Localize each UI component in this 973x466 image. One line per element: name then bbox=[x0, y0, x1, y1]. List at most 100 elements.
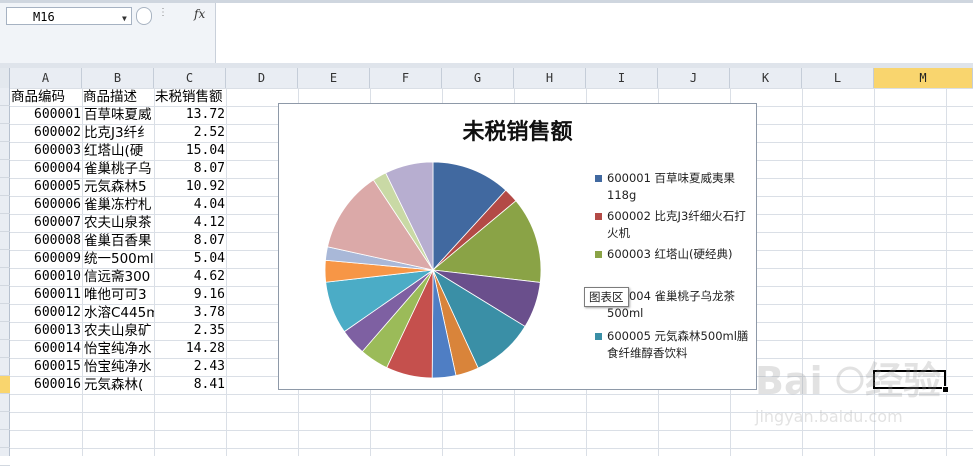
description-cell[interactable]: 唯他可可3 bbox=[84, 286, 154, 304]
code-cell[interactable]: 600001 bbox=[11, 106, 81, 124]
description-cell[interactable]: 农夫山泉茶 bbox=[84, 214, 154, 232]
amount-cell[interactable]: 8.07 bbox=[155, 160, 225, 178]
column-header-h[interactable]: H bbox=[514, 68, 586, 88]
name-box[interactable]: M16 bbox=[6, 7, 132, 25]
description-cell[interactable]: 比克J3纤纟 bbox=[84, 124, 154, 142]
column-header-k[interactable]: K bbox=[730, 68, 802, 88]
code-cell[interactable]: 600004 bbox=[11, 160, 81, 178]
description-cell[interactable]: 雀巢冻柠札 bbox=[84, 196, 154, 214]
row-header[interactable] bbox=[0, 286, 10, 304]
chart-area[interactable]: 未税销售额 600001 百草味夏威夷果118g 600002 比克J3纤细火石打… bbox=[278, 103, 757, 390]
code-cell[interactable]: 600006 bbox=[11, 196, 81, 214]
row-header[interactable] bbox=[0, 124, 10, 142]
column-header-e[interactable]: E bbox=[298, 68, 370, 88]
amount-cell[interactable]: 9.16 bbox=[155, 286, 225, 304]
code-cell[interactable]: 600007 bbox=[11, 214, 81, 232]
column-header-i[interactable]: I bbox=[586, 68, 658, 88]
row-header[interactable] bbox=[0, 88, 10, 106]
amount-cell[interactable]: 14.28 bbox=[155, 340, 225, 358]
description-cell[interactable]: 水溶C445m bbox=[84, 304, 154, 322]
row-header[interactable] bbox=[0, 160, 10, 178]
legend-label: 600005 元気森林500ml膳食纤维醇香饮料 bbox=[607, 329, 749, 360]
chevron-down-icon[interactable]: ▼ bbox=[122, 14, 127, 23]
row-header[interactable] bbox=[0, 142, 10, 160]
code-cell[interactable]: 600005 bbox=[11, 178, 81, 196]
description-cell[interactable]: 元気森林5 bbox=[84, 178, 154, 196]
row-header[interactable] bbox=[0, 106, 10, 124]
amount-cell[interactable]: 4.12 bbox=[155, 214, 225, 232]
table-header-cell[interactable]: 未税销售额 bbox=[155, 88, 226, 106]
formula-input[interactable] bbox=[216, 3, 973, 63]
row-header[interactable] bbox=[0, 178, 10, 196]
amount-cell[interactable]: 15.04 bbox=[155, 142, 225, 160]
description-cell[interactable]: 信远斋300 bbox=[84, 268, 154, 286]
description-cell[interactable]: 雀巢百香果 bbox=[84, 232, 154, 250]
description-cell[interactable]: 统一500ml bbox=[84, 250, 154, 268]
column-header-m[interactable]: M bbox=[874, 68, 973, 88]
code-cell[interactable]: 600016 bbox=[11, 376, 81, 394]
amount-cell[interactable]: 2.43 bbox=[155, 358, 225, 376]
code-cell[interactable]: 600008 bbox=[11, 232, 81, 250]
select-all-corner[interactable] bbox=[0, 68, 10, 88]
amount-cell[interactable]: 8.41 bbox=[155, 376, 225, 394]
row-header[interactable] bbox=[0, 268, 10, 286]
description-cell[interactable]: 百草味夏威 bbox=[84, 106, 154, 124]
column-header-c[interactable]: C bbox=[154, 68, 226, 88]
row-header[interactable] bbox=[0, 376, 10, 394]
amount-cell[interactable]: 2.52 bbox=[155, 124, 225, 142]
table-header-cell[interactable]: 商品编码 bbox=[11, 88, 82, 106]
row-header[interactable] bbox=[0, 340, 10, 358]
amount-cell[interactable]: 4.04 bbox=[155, 196, 225, 214]
description-cell[interactable]: 农夫山泉矿 bbox=[84, 322, 154, 340]
column-header-a[interactable]: A bbox=[10, 68, 82, 88]
description-cell[interactable]: 怡宝纯净水 bbox=[84, 358, 154, 376]
row-header[interactable] bbox=[0, 250, 10, 268]
column-header-d[interactable]: D bbox=[226, 68, 298, 88]
table-header-cell[interactable]: 商品描述 bbox=[83, 88, 154, 106]
amount-cell[interactable]: 13.72 bbox=[155, 106, 225, 124]
legend-swatch bbox=[595, 333, 602, 340]
pie-chart[interactable] bbox=[324, 161, 542, 379]
insert-function-button[interactable]: fx bbox=[194, 7, 205, 21]
row-header[interactable] bbox=[0, 358, 10, 376]
legend-label: 600002 比克J3纤细火石打火机 bbox=[607, 209, 746, 240]
formula-bar-left-panel: M16 ▼ ⋮ fx bbox=[0, 3, 216, 63]
code-cell[interactable]: 600010 bbox=[11, 268, 81, 286]
code-cell[interactable]: 600012 bbox=[11, 304, 81, 322]
column-header-b[interactable]: B bbox=[82, 68, 154, 88]
code-cell[interactable]: 600014 bbox=[11, 340, 81, 358]
code-cell[interactable]: 600009 bbox=[11, 250, 81, 268]
description-cell[interactable]: 怡宝纯净水 bbox=[84, 340, 154, 358]
row-header[interactable] bbox=[0, 412, 10, 430]
code-cell[interactable]: 600011 bbox=[11, 286, 81, 304]
row-header[interactable] bbox=[0, 448, 10, 466]
column-header-f[interactable]: F bbox=[370, 68, 442, 88]
description-cell[interactable]: 红塔山(硬 bbox=[84, 142, 154, 160]
description-cell[interactable]: 元気森林( bbox=[84, 376, 154, 394]
description-cell[interactable]: 雀巢桃子乌 bbox=[84, 160, 154, 178]
svg-text:经验: 经验 bbox=[865, 359, 941, 403]
amount-cell[interactable]: 3.78 bbox=[155, 304, 225, 322]
amount-cell[interactable]: 5.04 bbox=[155, 250, 225, 268]
code-cell[interactable]: 600002 bbox=[11, 124, 81, 142]
row-header[interactable] bbox=[0, 394, 10, 412]
amount-cell[interactable]: 10.92 bbox=[155, 178, 225, 196]
row-header[interactable] bbox=[0, 214, 10, 232]
column-header-j[interactable]: J bbox=[658, 68, 730, 88]
row-header[interactable] bbox=[0, 430, 10, 448]
row-header[interactable] bbox=[0, 322, 10, 340]
code-cell[interactable]: 600003 bbox=[11, 142, 81, 160]
row-header[interactable] bbox=[0, 232, 10, 250]
legend-label: 600004 雀巢桃子乌龙茶500ml bbox=[607, 289, 736, 320]
column-header-g[interactable]: G bbox=[442, 68, 514, 88]
amount-cell[interactable]: 4.62 bbox=[155, 268, 225, 286]
code-cell[interactable]: 600013 bbox=[11, 322, 81, 340]
amount-cell[interactable]: 8.07 bbox=[155, 232, 225, 250]
chart-title[interactable]: 未税销售额 bbox=[279, 114, 756, 146]
row-header[interactable] bbox=[0, 304, 10, 322]
row-header[interactable] bbox=[0, 196, 10, 214]
amount-cell[interactable]: 2.35 bbox=[155, 322, 225, 340]
code-cell[interactable]: 600015 bbox=[11, 358, 81, 376]
column-header-l[interactable]: L bbox=[802, 68, 874, 88]
formula-cancel-icon[interactable] bbox=[136, 7, 152, 25]
